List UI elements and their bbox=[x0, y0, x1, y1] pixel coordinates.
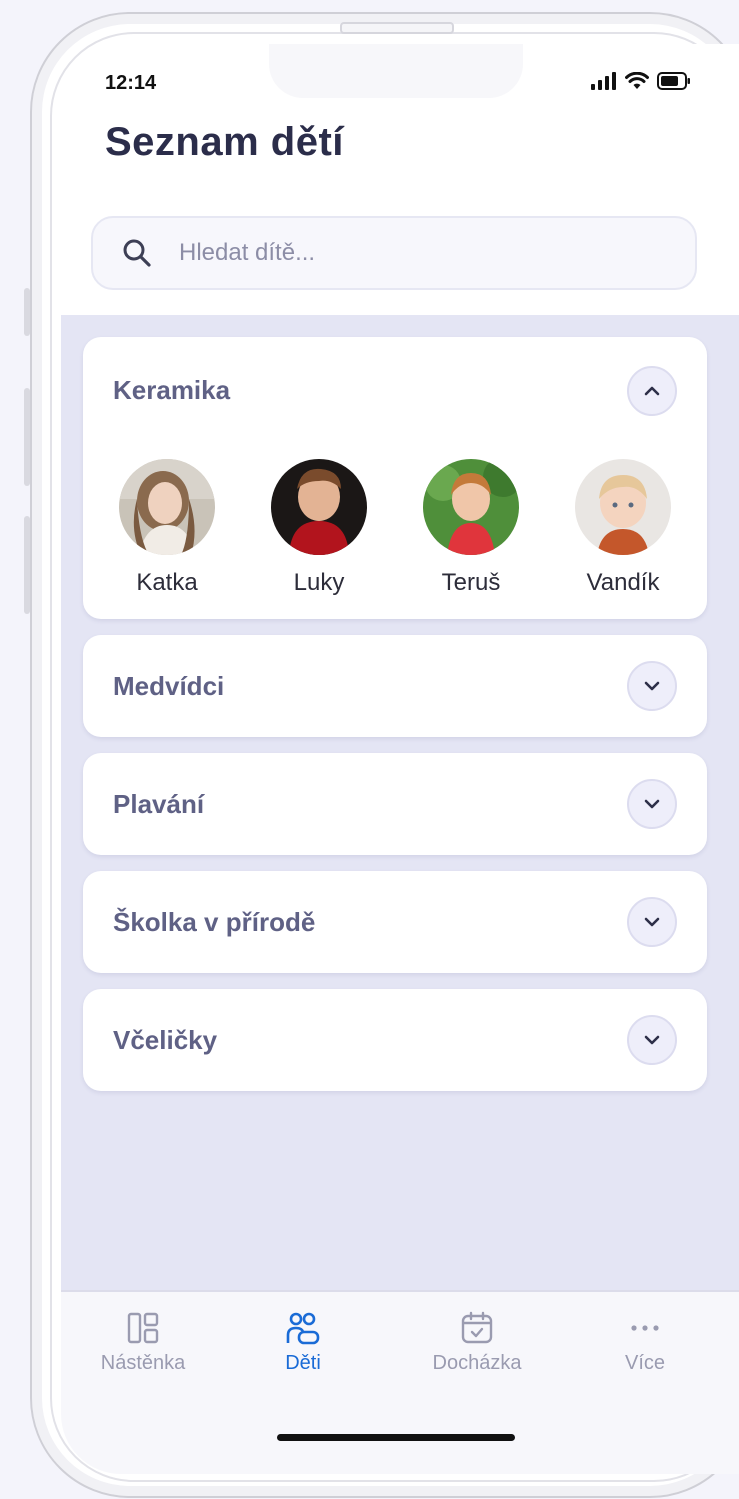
tab-dochazka[interactable]: Docházka bbox=[397, 1308, 557, 1375]
signal-icon bbox=[591, 72, 616, 90]
group-card-plavani[interactable]: Plavání bbox=[83, 753, 707, 855]
tab-label: Více bbox=[624, 1352, 666, 1374]
children-icon bbox=[283, 1308, 323, 1348]
child-name: Katka bbox=[136, 569, 198, 596]
children-row: Katka Luky Teruš Vandík bbox=[83, 459, 707, 597]
expand-button[interactable] bbox=[627, 897, 677, 947]
avatar bbox=[271, 459, 367, 555]
search-bar[interactable] bbox=[91, 216, 697, 290]
wifi-icon bbox=[625, 72, 649, 89]
child-name: Teruš bbox=[441, 569, 501, 596]
chevron-up-icon bbox=[644, 386, 660, 396]
expand-button[interactable] bbox=[627, 779, 677, 829]
child-name: Vandík bbox=[586, 569, 660, 596]
tab-vice[interactable]: Více bbox=[565, 1308, 725, 1375]
child-item[interactable]: Teruš bbox=[401, 459, 541, 597]
app-screen: 12:14 Seznam dětí Hledat dítě... Keramik… bbox=[61, 44, 739, 1474]
collapse-button[interactable] bbox=[627, 366, 677, 416]
avatar bbox=[423, 459, 519, 555]
group-title: Školka v přírodě bbox=[113, 907, 316, 937]
chevron-down-icon bbox=[644, 917, 660, 927]
group-card-medvidci[interactable]: Medvídci bbox=[83, 635, 707, 737]
group-card-skolka-v-prirode[interactable]: Školka v přírodě bbox=[83, 871, 707, 973]
search-input[interactable] bbox=[177, 238, 661, 268]
tab-label: Děti bbox=[285, 1352, 321, 1374]
status-time: 12:14 bbox=[105, 72, 157, 94]
search-icon bbox=[119, 235, 155, 271]
tab-label: Nástěnka bbox=[100, 1352, 186, 1374]
child-item[interactable]: Luky bbox=[249, 459, 389, 597]
avatar bbox=[119, 459, 215, 555]
chevron-down-icon bbox=[644, 1035, 660, 1045]
page-title: Seznam dětí bbox=[105, 120, 344, 164]
group-title: Medvídci bbox=[113, 671, 225, 701]
tab-deti[interactable]: Děti bbox=[223, 1308, 383, 1375]
child-item[interactable]: Vandík bbox=[553, 459, 693, 597]
group-card-vcelicky[interactable]: Včeličky bbox=[83, 989, 707, 1091]
more-icon bbox=[625, 1308, 665, 1348]
group-title: Keramika bbox=[113, 375, 231, 405]
child-item[interactable]: Katka bbox=[97, 459, 237, 597]
chevron-down-icon bbox=[644, 799, 660, 809]
calendar-icon bbox=[457, 1308, 497, 1348]
expand-button[interactable] bbox=[627, 661, 677, 711]
dashboard-icon bbox=[123, 1308, 163, 1348]
tab-label: Docházka bbox=[432, 1352, 522, 1374]
battery-icon bbox=[657, 72, 690, 90]
speaker-grille bbox=[340, 22, 454, 34]
bottom-tab-bar: Nástěnka Děti Docházka Více bbox=[61, 1290, 739, 1474]
notch bbox=[269, 44, 523, 98]
avatar bbox=[575, 459, 671, 555]
group-card-keramika[interactable]: Keramika Katka Luky Teruš Vandík bbox=[83, 337, 707, 619]
group-title: Včeličky bbox=[113, 1025, 218, 1055]
tab-nastenka[interactable]: Nástěnka bbox=[63, 1308, 223, 1375]
home-indicator[interactable] bbox=[277, 1434, 515, 1441]
group-list: Keramika Katka Luky Teruš Vandík Medvídc… bbox=[61, 315, 739, 1290]
chevron-down-icon bbox=[644, 681, 660, 691]
child-name: Luky bbox=[293, 569, 345, 596]
group-title: Plavání bbox=[113, 789, 205, 819]
expand-button[interactable] bbox=[627, 1015, 677, 1065]
status-icons bbox=[591, 72, 691, 90]
